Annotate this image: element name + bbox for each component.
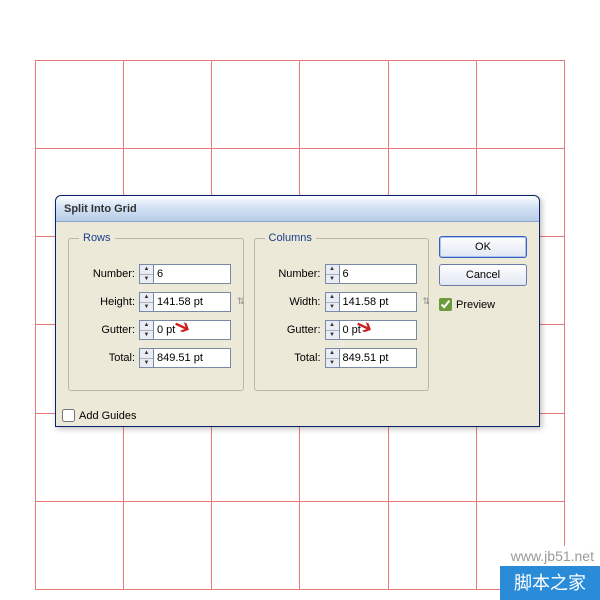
cols-gutter-stepper[interactable]: ▲▼: [325, 320, 339, 340]
split-into-grid-dialog: Split Into Grid Rows Number: ▲▼ Height: …: [55, 195, 540, 427]
rows-height-input[interactable]: [153, 292, 231, 312]
cols-total-stepper[interactable]: ▲▼: [325, 348, 339, 368]
rows-total-input[interactable]: [153, 348, 231, 368]
cols-gutter-label: Gutter:: [265, 324, 321, 336]
cancel-button[interactable]: Cancel: [439, 264, 527, 286]
add-guides-checkbox[interactable]: [62, 409, 75, 422]
columns-legend: Columns: [265, 232, 316, 244]
rows-group: Rows Number: ▲▼ Height: ▲▼ Gutt: [68, 232, 244, 391]
link-icon: ⇅: [422, 296, 430, 307]
rows-number-input[interactable]: [153, 264, 231, 284]
preview-label: Preview: [456, 299, 495, 311]
preview-checkbox-label[interactable]: Preview: [439, 298, 527, 311]
ok-button[interactable]: OK: [439, 236, 527, 258]
rows-legend: Rows: [79, 232, 115, 244]
preview-checkbox[interactable]: [439, 298, 452, 311]
cols-number-input[interactable]: [339, 264, 417, 284]
cols-width-label: Width:: [265, 296, 321, 308]
rows-gutter-label: Gutter:: [79, 324, 135, 336]
dialog-titlebar[interactable]: Split Into Grid: [56, 196, 539, 222]
cols-total-label: Total:: [265, 352, 321, 364]
rows-gutter-stepper[interactable]: ▲▼: [139, 320, 153, 340]
cols-number-label: Number:: [265, 268, 321, 280]
cols-number-stepper[interactable]: ▲▼: [325, 264, 339, 284]
rows-number-label: Number:: [79, 268, 135, 280]
cols-width-input[interactable]: [339, 292, 417, 312]
rows-number-stepper[interactable]: ▲▼: [139, 264, 153, 284]
cols-gutter-input[interactable]: [339, 320, 417, 340]
columns-group: Columns Number: ▲▼ Width: ▲▼ Gu: [254, 232, 430, 391]
dialog-title: Split Into Grid: [64, 203, 137, 215]
watermark-url: www.jb51.net: [500, 546, 600, 566]
rows-total-label: Total:: [79, 352, 135, 364]
watermark-text: 脚本之家: [514, 573, 586, 593]
watermark: www.jb51.net 脚本之家: [500, 546, 600, 600]
rows-total-stepper[interactable]: ▲▼: [139, 348, 153, 368]
rows-height-stepper[interactable]: ▲▼: [139, 292, 153, 312]
rows-height-label: Height:: [79, 296, 135, 308]
cols-width-stepper[interactable]: ▲▼: [325, 292, 339, 312]
rows-gutter-input[interactable]: [153, 320, 231, 340]
link-icon: ⇅: [237, 296, 245, 307]
add-guides-label: Add Guides: [79, 410, 136, 422]
cols-total-input[interactable]: [339, 348, 417, 368]
